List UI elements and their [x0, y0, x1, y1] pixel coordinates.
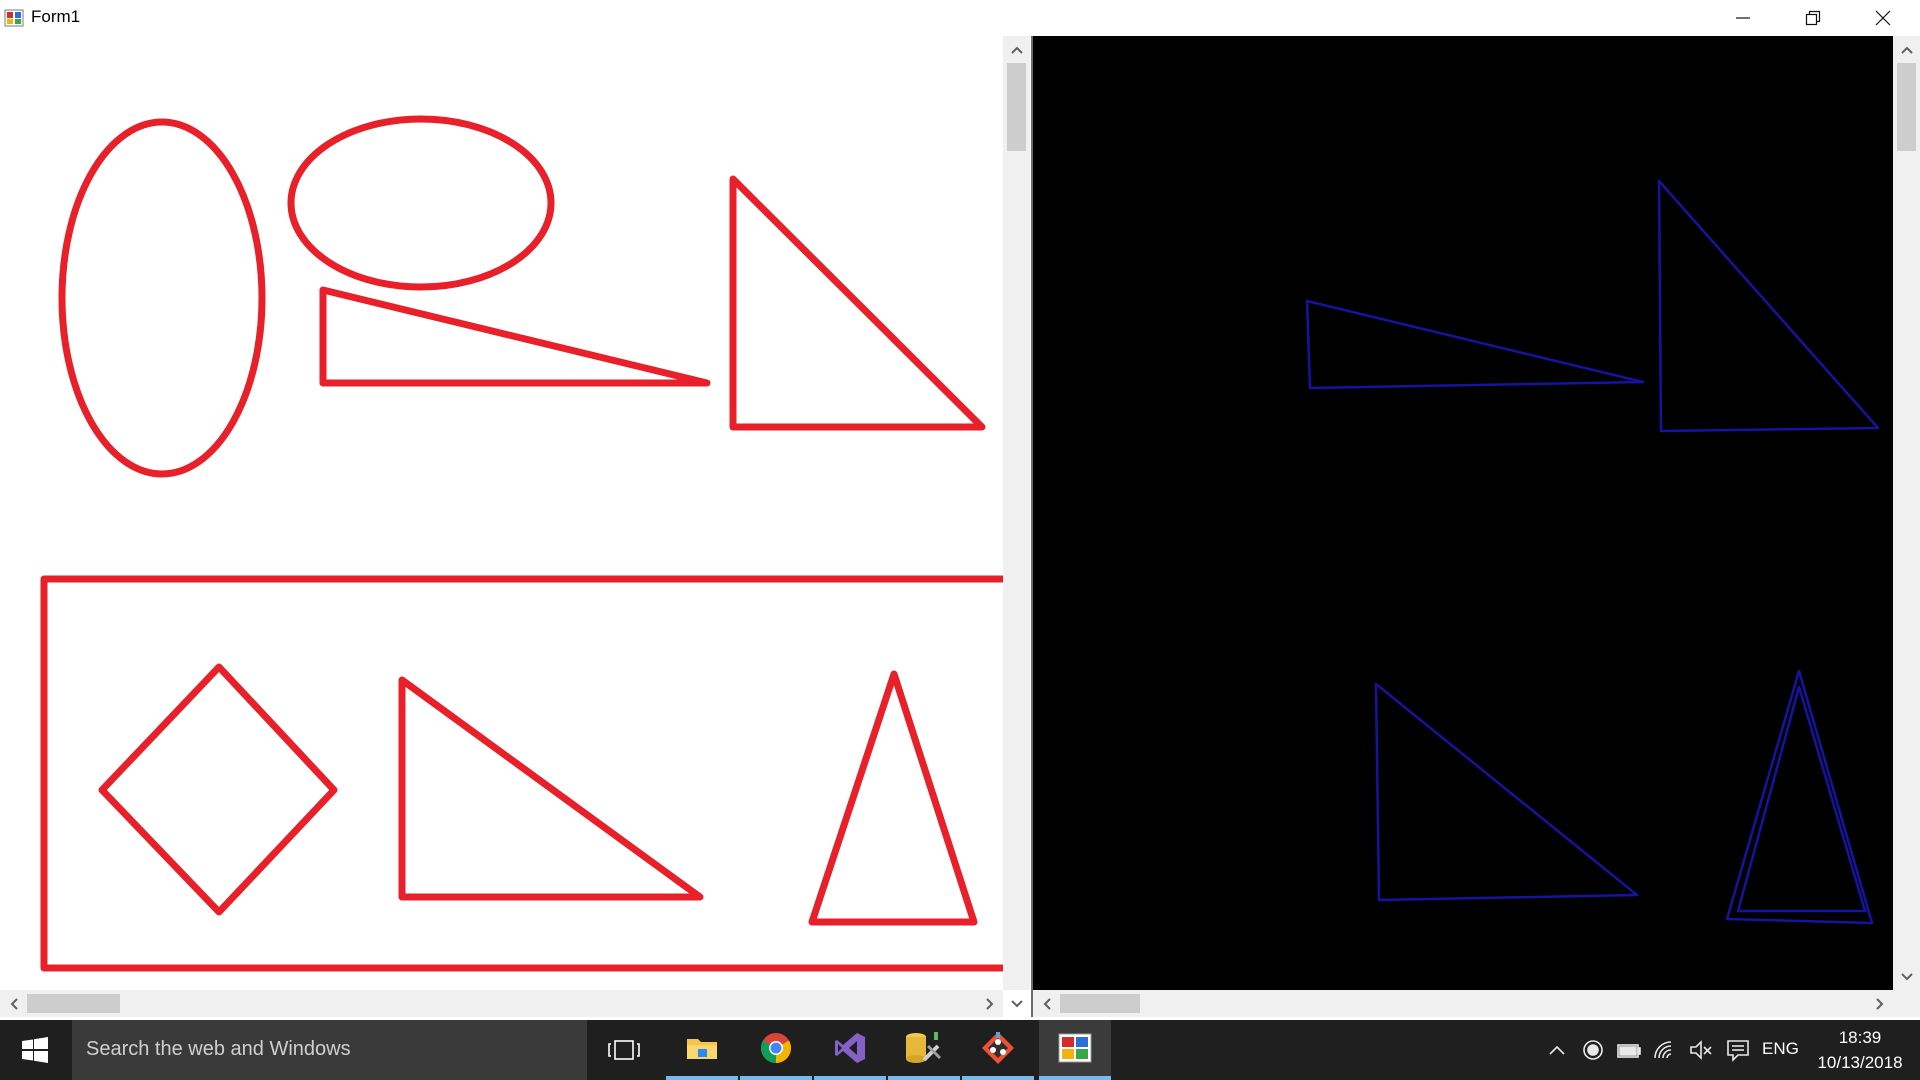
form-app-icon [1058, 1033, 1092, 1063]
result-image-panel [1031, 36, 1920, 1017]
chevron-right-icon [985, 997, 993, 1010]
chevron-left-icon [10, 997, 18, 1010]
thin-triangle-shape [319, 286, 711, 387]
chevron-up-icon [1010, 46, 1023, 54]
left-vertical-scrollbar[interactable] [1003, 36, 1030, 990]
isosceles-triangle-inner-outline [1736, 685, 1867, 913]
right-triangle-shape [729, 175, 986, 431]
right-vertical-scrollbar[interactable] [1893, 36, 1920, 990]
isosceles-triangle-outline [1725, 669, 1874, 925]
restore-button[interactable] [1778, 0, 1848, 36]
visual-studio-button[interactable] [814, 1020, 886, 1080]
chevron-down-icon [1900, 972, 1913, 980]
form-app-button[interactable] [1039, 1020, 1111, 1080]
clock[interactable]: 18:39 10/13/2018 [1810, 1025, 1910, 1075]
language-indicator[interactable]: ENG [1762, 1039, 1799, 1059]
show-hidden-icons-button[interactable] [1540, 1020, 1574, 1080]
chrome-button[interactable] [740, 1020, 812, 1080]
isosceles-triangle-shape [808, 670, 978, 926]
wifi-icon [1654, 1041, 1672, 1059]
chevron-up-icon [1549, 1045, 1565, 1055]
notifications-icon [1727, 1040, 1749, 1062]
scroll-down-arrow[interactable] [1003, 990, 1030, 1017]
chrome-icon [760, 1033, 792, 1063]
right-triangle-bottom-shape [398, 676, 704, 901]
scroll-up-arrow[interactable] [1003, 36, 1030, 63]
git-icon [982, 1032, 1014, 1064]
right-triangle-bottom-outline [1374, 682, 1639, 902]
minimize-icon [1736, 17, 1750, 19]
chevron-left-icon [1043, 997, 1051, 1010]
search-placeholder: Search the web and Windows [86, 1038, 351, 1060]
scroll-right-arrow[interactable] [976, 990, 1003, 1017]
desktop: Form1 Search the web and Windows ENG 18:… [0, 0, 1920, 1080]
diamond-shape [98, 663, 338, 916]
chevron-right-icon [1875, 997, 1883, 1010]
task-view-icon [608, 1040, 640, 1060]
volume-muted-icon [1690, 1040, 1712, 1060]
wide-ellipse-shape [287, 115, 555, 291]
search-box[interactable]: Search the web and Windows [72, 1020, 587, 1080]
result-image-canvas [1033, 36, 1893, 990]
file-explorer-icon [687, 1039, 717, 1059]
scroll-right-arrow[interactable] [1866, 990, 1893, 1017]
wifi-tray-button[interactable] [1648, 1020, 1682, 1080]
clock-date: 10/13/2018 [1817, 1053, 1903, 1072]
window-title: Form1 [31, 7, 81, 26]
close-icon [1875, 10, 1891, 26]
thin-triangle-outline [1305, 299, 1645, 390]
right-horizontal-scroll-thumb[interactable] [1060, 994, 1140, 1013]
source-image-panel [0, 36, 1030, 1017]
title-bar: Form1 [0, 0, 1920, 37]
scroll-down-arrow[interactable] [1893, 963, 1920, 990]
database-tools-button[interactable] [888, 1020, 960, 1080]
record-icon [1583, 1040, 1603, 1060]
close-button[interactable] [1848, 0, 1918, 36]
scroll-left-arrow[interactable] [1033, 990, 1060, 1017]
file-explorer-button[interactable] [666, 1020, 738, 1080]
right-triangle-outline [1657, 179, 1880, 433]
chevron-up-icon [1900, 46, 1913, 54]
left-vertical-scroll-thumb[interactable] [1007, 63, 1026, 151]
windows-logo-icon [22, 1037, 48, 1063]
taskbar: Search the web and Windows ENG 18:39 10/… [0, 1020, 1920, 1080]
scroll-up-arrow[interactable] [1893, 36, 1920, 63]
database-tools-icon [906, 1032, 942, 1063]
restore-icon [1805, 10, 1821, 26]
git-button[interactable] [962, 1020, 1034, 1080]
clock-time: 18:39 [1838, 1028, 1882, 1047]
battery-tray-button[interactable] [1612, 1020, 1646, 1080]
task-view-button[interactable] [588, 1020, 660, 1080]
visual-studio-icon [835, 1033, 865, 1063]
left-horizontal-scrollbar[interactable] [0, 990, 1003, 1017]
record-tray-button[interactable] [1576, 1020, 1610, 1080]
source-image-canvas [0, 36, 1003, 990]
minimize-button[interactable] [1708, 0, 1778, 36]
scroll-left-arrow[interactable] [0, 990, 27, 1017]
tall-ellipse-shape [58, 118, 266, 478]
right-horizontal-scrollbar[interactable] [1033, 990, 1893, 1017]
battery-icon [1617, 1044, 1641, 1058]
notifications-button[interactable] [1720, 1020, 1756, 1080]
volume-tray-button[interactable] [1684, 1020, 1718, 1080]
left-horizontal-scroll-thumb[interactable] [27, 994, 120, 1013]
chevron-down-icon [1010, 999, 1023, 1007]
right-vertical-scroll-thumb[interactable] [1897, 63, 1916, 151]
app-icon [4, 9, 24, 27]
start-button[interactable] [0, 1020, 70, 1080]
